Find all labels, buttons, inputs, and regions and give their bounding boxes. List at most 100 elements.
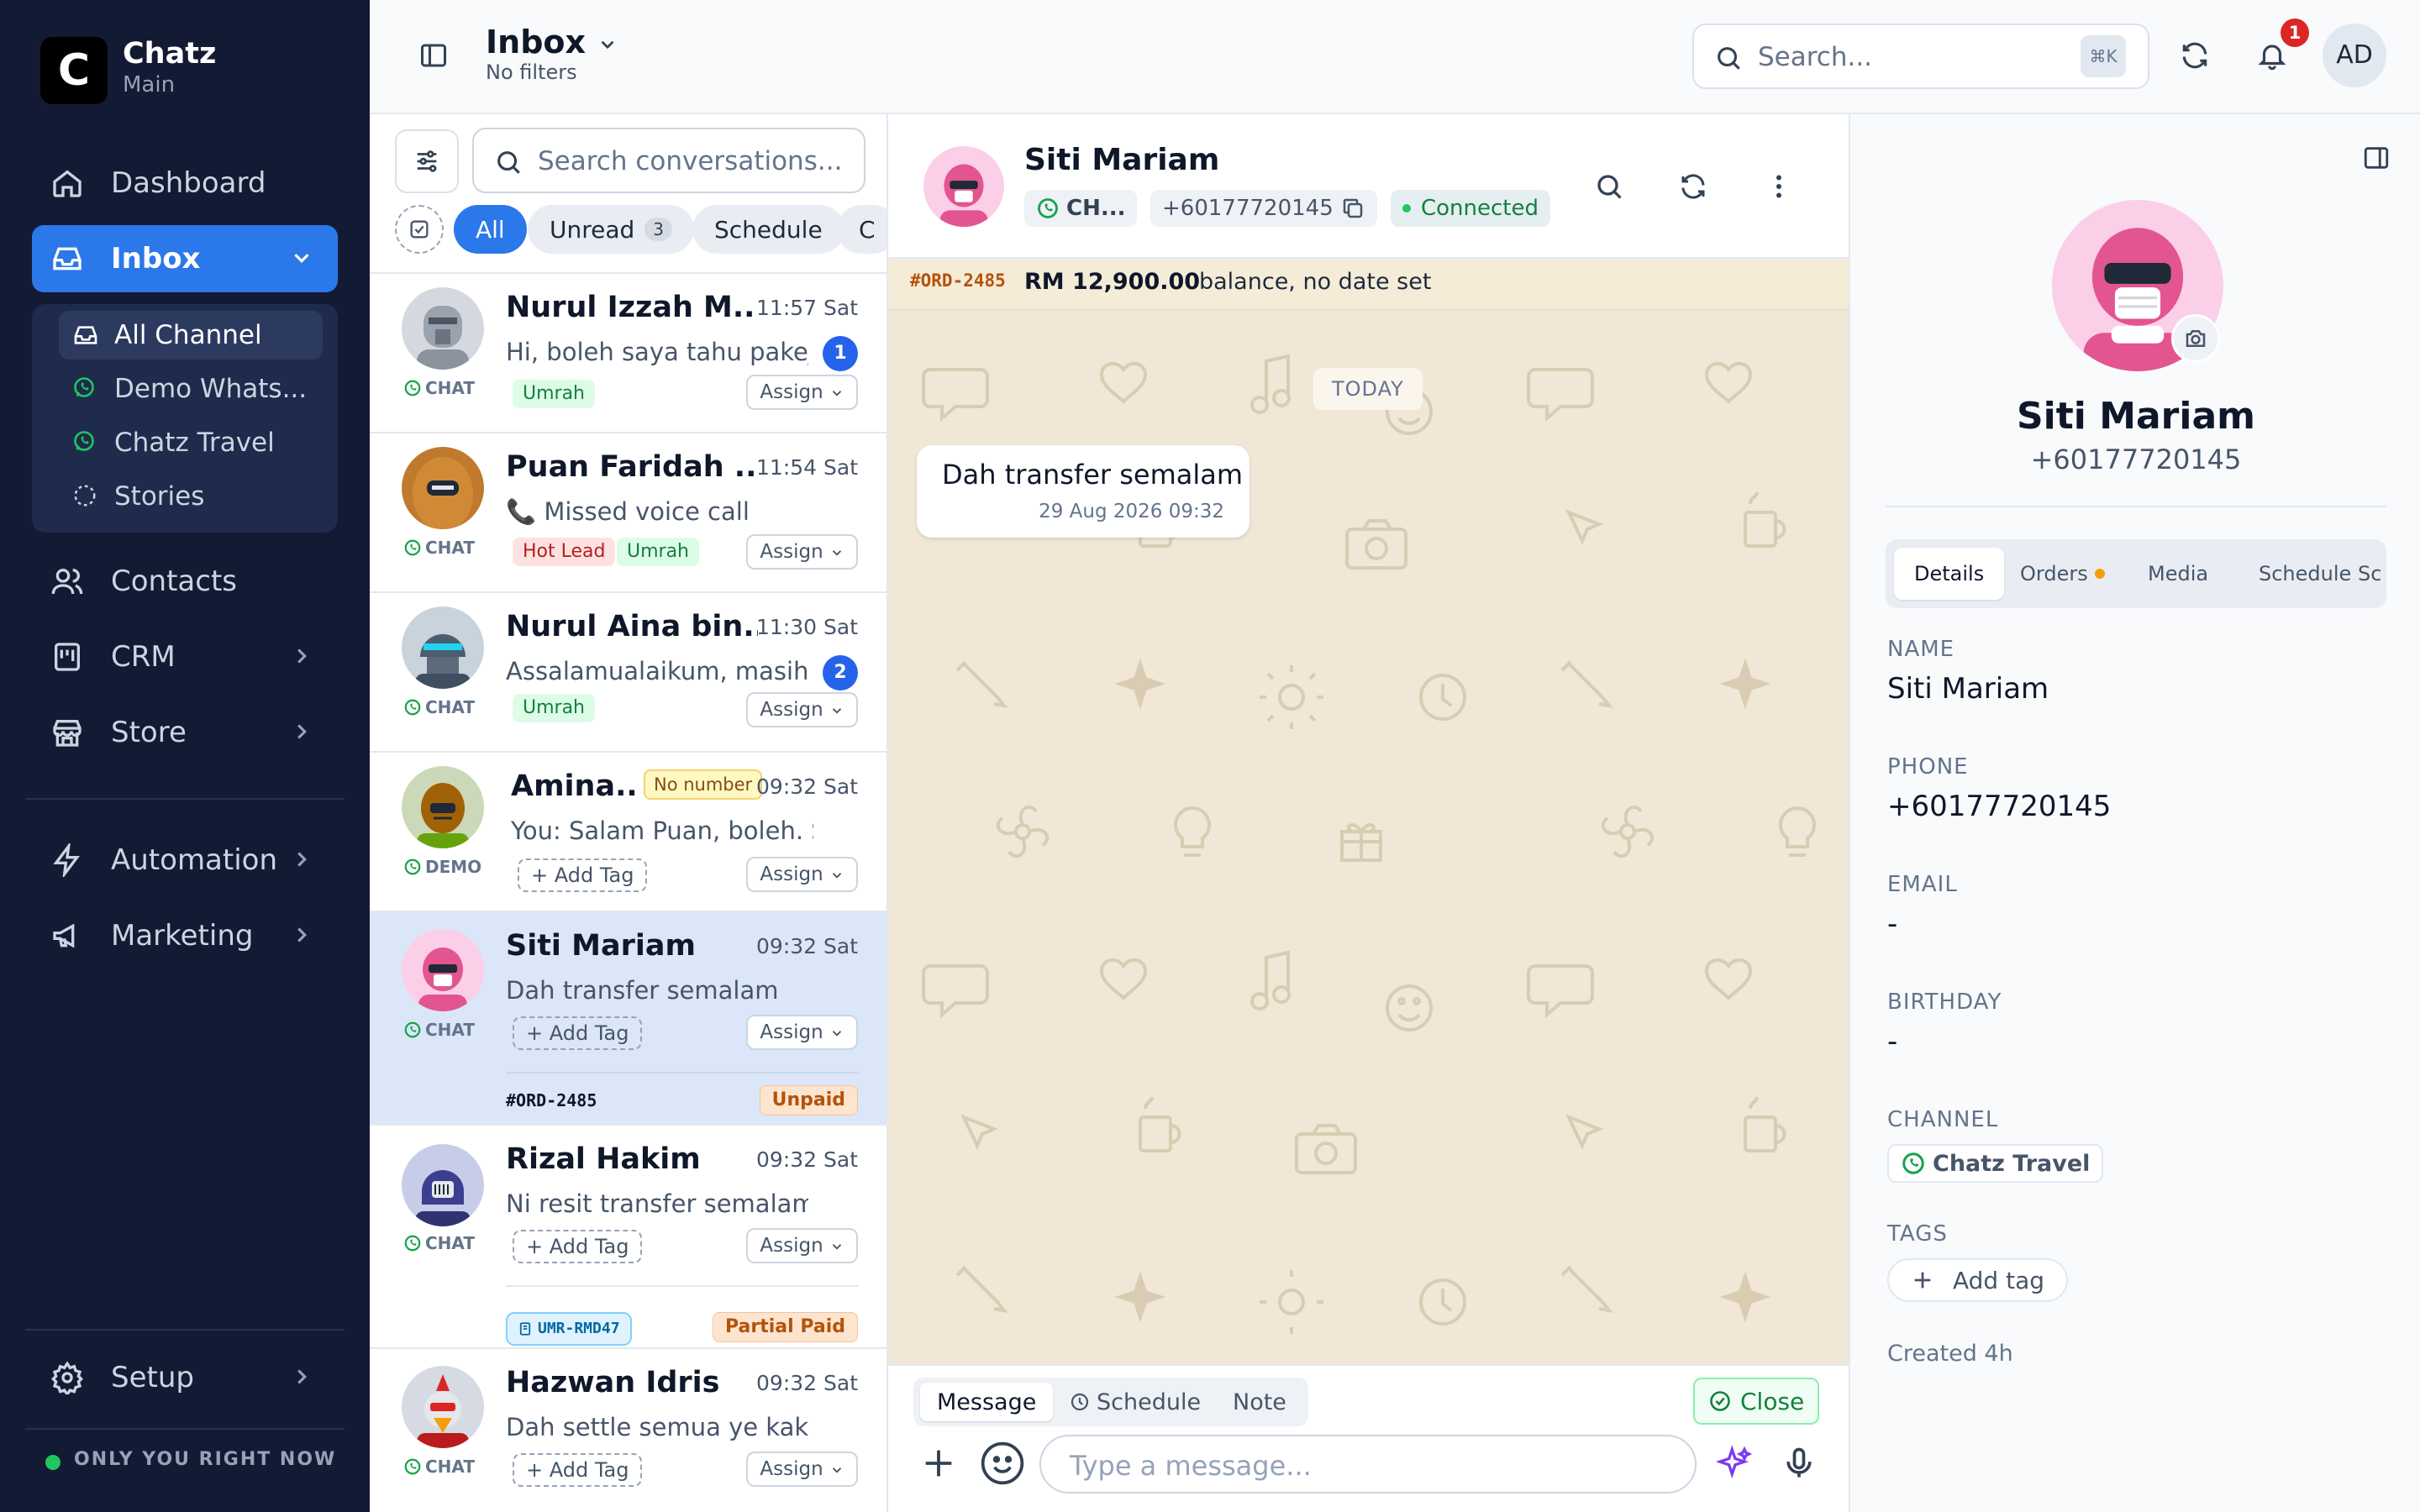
user-avatar[interactable]: AD bbox=[2323, 24, 2386, 87]
add-tag-button[interactable]: + Add Tag bbox=[513, 1016, 643, 1050]
sub-label: All Channel bbox=[114, 320, 262, 350]
tab-message[interactable]: Message bbox=[920, 1383, 1054, 1421]
nav-store[interactable]: Store bbox=[32, 699, 338, 766]
chevron-down-icon bbox=[597, 34, 618, 55]
booking-code[interactable]: UMR-RMD47 bbox=[506, 1312, 632, 1346]
plus-icon bbox=[919, 1444, 958, 1483]
unread-count: 3 bbox=[644, 218, 673, 241]
conversation-row[interactable]: CHAT Nurul Izzah M... 11:57 Sat Hi, bole… bbox=[370, 274, 886, 433]
conversation-row[interactable]: CHAT Nurul Aina bin... 11:30 Sat Assalam… bbox=[370, 593, 886, 753]
assign-button[interactable]: Assign bbox=[746, 692, 858, 727]
tab-media[interactable]: Media bbox=[2128, 548, 2228, 600]
refresh-button[interactable] bbox=[2170, 30, 2220, 81]
sub-stories[interactable]: Stories bbox=[59, 472, 323, 521]
more-options-button[interactable] bbox=[1754, 161, 1804, 212]
chip-all[interactable]: All bbox=[454, 205, 527, 254]
contact-name: Nurul Aina bin... bbox=[506, 610, 758, 643]
sidebar: C Chatz Main Dashboard Inbox All Channel… bbox=[0, 0, 370, 1512]
sub-label: Stories bbox=[114, 481, 205, 512]
global-search[interactable]: Search... ⌘K bbox=[1692, 24, 2149, 89]
refresh-chat-button[interactable] bbox=[1668, 161, 1718, 212]
voice-record-button[interactable] bbox=[1774, 1438, 1824, 1488]
assign-button[interactable]: Assign bbox=[746, 534, 858, 570]
sub-chatz-travel[interactable]: Chatz Travel bbox=[59, 418, 323, 467]
chip-schedule[interactable]: Schedule bbox=[692, 205, 844, 254]
smile-icon bbox=[979, 1440, 1026, 1487]
whatsapp-icon bbox=[403, 379, 422, 397]
inbox-dropdown[interactable]: Inbox bbox=[486, 24, 618, 60]
plus-icon bbox=[1911, 1268, 1934, 1292]
tags-label: TAGS bbox=[1887, 1221, 1948, 1247]
emoji-button[interactable] bbox=[977, 1438, 1028, 1488]
channel-tag: CHAT bbox=[403, 538, 475, 558]
chip-overflow[interactable]: C bbox=[837, 205, 887, 254]
search-placeholder: Search conversations... bbox=[538, 146, 843, 176]
change-photo-button[interactable] bbox=[2171, 314, 2220, 363]
channel-tag: CHAT bbox=[403, 1233, 475, 1253]
select-all-checkbox[interactable] bbox=[395, 205, 444, 254]
nav-crm[interactable]: CRM bbox=[32, 623, 338, 690]
name-label: NAME bbox=[1887, 637, 1955, 662]
lightning-icon bbox=[50, 843, 84, 877]
search-chat-button[interactable] bbox=[1584, 161, 1634, 212]
nav-label: Store bbox=[111, 716, 187, 749]
nav-setup[interactable]: Setup bbox=[32, 1344, 338, 1411]
assign-button[interactable]: Assign bbox=[746, 375, 858, 410]
tab-details[interactable]: Details bbox=[1894, 548, 2005, 600]
phone-pill[interactable]: +60177720145 bbox=[1150, 190, 1377, 227]
chat-contact-avatar[interactable] bbox=[923, 146, 1004, 227]
channel-tag: CHAT bbox=[403, 1020, 475, 1040]
conversation-row[interactable]: CHAT Puan Faridah ... 11:54 Sat 📞 Missed… bbox=[370, 433, 886, 593]
nav-contacts[interactable]: Contacts bbox=[32, 548, 338, 615]
connection-status: Connected bbox=[1391, 190, 1551, 227]
tab-more[interactable]: Sc bbox=[2358, 548, 2386, 600]
order-code[interactable]: #ORD-2485 bbox=[506, 1090, 597, 1110]
conversation-row[interactable]: CHAT Rizal Hakim 09:32 Sat Ni resit tran… bbox=[370, 1126, 886, 1349]
conversation-row[interactable]: CHAT Hazwan Idris 09:32 Sat Dah settle s… bbox=[370, 1349, 886, 1512]
channel-pill[interactable]: CH... bbox=[1024, 190, 1138, 227]
add-tag-button[interactable]: + Add Tag bbox=[513, 1230, 643, 1263]
assign-button[interactable]: Assign bbox=[746, 1015, 858, 1050]
tab-schedule[interactable]: Schedule bbox=[1053, 1383, 1218, 1421]
contact-name: Nurul Izzah M... bbox=[506, 291, 758, 324]
nav-inbox[interactable]: Inbox bbox=[32, 225, 338, 292]
ai-assist-button[interactable] bbox=[1710, 1438, 1760, 1488]
add-tag-button[interactable]: + Add Tag bbox=[513, 1453, 643, 1487]
whatsapp-icon bbox=[403, 858, 422, 876]
brand-logo[interactable]: C bbox=[40, 37, 108, 104]
assign-button[interactable]: Assign bbox=[746, 1452, 858, 1487]
attach-button[interactable] bbox=[913, 1438, 964, 1488]
more-vertical-icon bbox=[1764, 171, 1794, 202]
add-tag-button[interactable]: + Add Tag bbox=[518, 858, 648, 892]
copy-icon[interactable] bbox=[1340, 196, 1365, 221]
whatsapp-icon bbox=[1901, 1151, 1926, 1176]
close-conversation-button[interactable]: Close bbox=[1693, 1378, 1820, 1425]
tab-note[interactable]: Note bbox=[1216, 1383, 1303, 1421]
chip-unread[interactable]: Unread 3 bbox=[528, 205, 695, 254]
sub-all-channel[interactable]: All Channel bbox=[59, 311, 323, 360]
conversation-row-selected[interactable]: CHAT Siti Mariam 09:32 Sat Dah transfer … bbox=[370, 912, 886, 1126]
incoming-message-bubble[interactable]: Dah transfer semalam 29 Aug 2026 09:32 bbox=[917, 445, 1249, 538]
assign-button[interactable]: Assign bbox=[746, 1228, 858, 1263]
nav-marketing[interactable]: Marketing bbox=[32, 902, 338, 969]
contact-avatar bbox=[402, 929, 484, 1011]
tab-schedule[interactable]: Schedule bbox=[2238, 548, 2371, 600]
toggle-sidebar-button[interactable] bbox=[408, 30, 459, 81]
add-tag-button[interactable]: Add tag bbox=[1887, 1258, 2069, 1302]
conversation-search-input[interactable]: Search conversations... bbox=[472, 128, 865, 193]
conversation-row[interactable]: DEMO Amina... No number 09:32 Sat You: S… bbox=[370, 753, 886, 912]
nav-automation[interactable]: Automation bbox=[32, 827, 338, 894]
tag-umrah: Umrah bbox=[617, 538, 700, 566]
assign-button[interactable]: Assign bbox=[746, 857, 858, 892]
chevron-down-icon bbox=[829, 386, 844, 401]
toggle-panel-button[interactable] bbox=[2351, 133, 2402, 183]
nav-label: Marketing bbox=[111, 919, 254, 953]
order-banner[interactable]: #ORD-2485 RM 12,900.00 balance, no date … bbox=[888, 259, 1849, 311]
message-time: 09:32 Sat bbox=[756, 1147, 858, 1172]
created-time: Created 4h bbox=[1887, 1341, 2013, 1367]
nav-dashboard[interactable]: Dashboard bbox=[32, 150, 338, 217]
filter-settings-button[interactable] bbox=[395, 129, 459, 193]
tab-orders[interactable]: Orders bbox=[2000, 548, 2125, 600]
message-input[interactable]: Type a message... bbox=[1039, 1435, 1697, 1494]
sub-demo-whatsapp[interactable]: Demo Whats... bbox=[59, 365, 323, 413]
